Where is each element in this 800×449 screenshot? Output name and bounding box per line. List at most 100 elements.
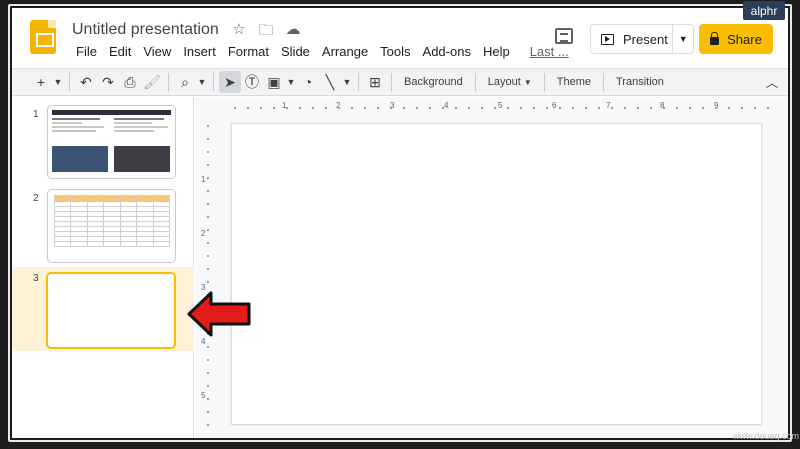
ruler-tick — [741, 107, 743, 109]
paint-format-icon[interactable]: 🖌 — [141, 71, 163, 93]
app-window: Untitled presentation ☆ 🗀 ☁ File Edit Vi… — [12, 8, 788, 438]
document-title[interactable]: Untitled presentation — [72, 21, 219, 39]
toolbar-divider — [213, 73, 214, 91]
slides-logo-icon[interactable] — [30, 20, 56, 54]
ruler-tick — [416, 107, 418, 109]
ruler-label: 7 — [606, 101, 611, 110]
menu-slide[interactable]: Slide — [275, 44, 316, 59]
thumbnail-table — [53, 195, 171, 247]
comments-icon[interactable] — [555, 28, 573, 44]
slide-canvas[interactable] — [231, 123, 762, 425]
slide-thumbnail-3[interactable] — [46, 272, 176, 349]
shape-icon[interactable]: ◔ — [297, 71, 319, 93]
slide-number: 2 — [33, 193, 39, 204]
ruler-tick — [207, 411, 209, 413]
collapse-toolbar-chevron-up-icon[interactable]: ︿ — [766, 74, 778, 91]
transition-button[interactable]: Transition — [609, 76, 671, 88]
last-edit-link[interactable]: Last ... — [524, 44, 575, 59]
line-chevron-down-icon[interactable]: ▼ — [341, 71, 353, 93]
new-slide-chevron-down-icon[interactable]: ▼ — [52, 71, 64, 93]
text-box-icon[interactable]: Ⓣ — [241, 71, 263, 93]
ruler-tick — [207, 385, 209, 387]
present-button-group: Present ▼ — [590, 24, 694, 54]
ruler-tick — [403, 107, 405, 109]
ruler-tick — [689, 107, 691, 109]
red-arrow-icon — [187, 291, 251, 337]
ruler-tick — [650, 107, 652, 109]
print-icon[interactable]: ⎙ — [119, 71, 141, 93]
ruler-tick — [273, 107, 275, 109]
title-actions: ☆ 🗀 ☁ — [230, 20, 302, 45]
image-chevron-down-icon[interactable]: ▼ — [285, 71, 297, 93]
background-button[interactable]: Background — [397, 76, 470, 88]
ruler-tick — [207, 424, 209, 426]
ruler-tick — [207, 281, 209, 283]
ruler-tick — [585, 107, 587, 109]
slide-editor: 1 2 3 4 5 6 7 8 9 1 2 3 4 5 — [195, 97, 788, 438]
ruler-tick — [207, 346, 209, 348]
present-options-chevron-down-icon[interactable]: ▼ — [673, 34, 693, 44]
slide-number: 1 — [33, 109, 39, 120]
redo-icon[interactable]: ↷ — [97, 71, 119, 93]
ruler-tick — [728, 107, 730, 109]
ruler-tick — [247, 107, 249, 109]
ruler-tick — [207, 177, 209, 179]
ruler-tick — [754, 107, 756, 109]
present-button[interactable]: Present — [591, 25, 674, 53]
star-icon[interactable]: ☆ — [230, 20, 248, 45]
share-button[interactable]: Share — [699, 24, 773, 54]
ruler-tick — [207, 125, 209, 127]
ruler-tick — [533, 107, 535, 109]
menu-help[interactable]: Help — [477, 44, 516, 59]
vertical-ruler[interactable]: 1 2 3 4 5 — [201, 125, 215, 426]
ruler-tick — [481, 107, 483, 109]
ruler-tick — [364, 107, 366, 109]
ruler-tick — [207, 268, 209, 270]
thumbnail-text-column — [52, 118, 108, 134]
new-slide-plus-icon[interactable]: + — [30, 71, 52, 93]
line-icon[interactable]: ╲ — [319, 71, 341, 93]
ruler-tick — [507, 107, 509, 109]
zoom-chevron-down-icon[interactable]: ▼ — [196, 71, 208, 93]
toolbar-divider — [168, 73, 169, 91]
ruler-tick — [377, 107, 379, 109]
site-watermark: www.deuaq.com — [733, 431, 800, 441]
horizontal-ruler[interactable]: 1 2 3 4 5 6 7 8 9 — [234, 101, 774, 115]
ruler-label: 5 — [498, 101, 503, 110]
menu-format[interactable]: Format — [222, 44, 275, 59]
thumbnail-image — [114, 146, 170, 172]
image-icon[interactable]: ▣ — [263, 71, 285, 93]
menu-bar: File Edit View Insert Format Slide Arran… — [70, 44, 575, 59]
menu-edit[interactable]: Edit — [103, 44, 137, 59]
menu-addons[interactable]: Add-ons — [417, 44, 477, 59]
undo-icon[interactable]: ↶ — [75, 71, 97, 93]
menu-tools[interactable]: Tools — [374, 44, 416, 59]
ruler-tick — [207, 138, 209, 140]
ruler-label: 1 — [201, 175, 206, 184]
ruler-tick — [468, 107, 470, 109]
add-comment-icon[interactable]: ⊞ — [364, 71, 386, 93]
ruler-tick — [286, 107, 288, 109]
ruler-tick — [207, 164, 209, 166]
menu-arrange[interactable]: Arrange — [316, 44, 374, 59]
menu-file[interactable]: File — [70, 44, 103, 59]
menu-insert[interactable]: Insert — [177, 44, 222, 59]
ruler-tick — [260, 107, 262, 109]
ruler-tick — [429, 107, 431, 109]
cloud-saved-icon[interactable]: ☁ — [284, 20, 302, 45]
zoom-icon[interactable]: ⌕ — [174, 71, 196, 93]
ruler-tick — [572, 107, 574, 109]
slide-thumbnail-2[interactable] — [47, 189, 176, 263]
layout-button[interactable]: Layout ▼ — [481, 76, 539, 88]
select-cursor-icon[interactable]: ➤ — [219, 71, 241, 93]
lock-icon — [710, 32, 720, 45]
thumbnail-text-column — [114, 118, 170, 134]
theme-button[interactable]: Theme — [550, 76, 598, 88]
slide-thumbnail-1[interactable] — [47, 105, 176, 179]
ruler-tick — [611, 107, 613, 109]
header: Untitled presentation ☆ 🗀 ☁ File Edit Vi… — [12, 8, 788, 68]
ruler-tick — [207, 151, 209, 153]
ruler-tick — [312, 107, 314, 109]
move-to-folder-icon[interactable]: 🗀 — [257, 20, 275, 45]
menu-view[interactable]: View — [137, 44, 177, 59]
